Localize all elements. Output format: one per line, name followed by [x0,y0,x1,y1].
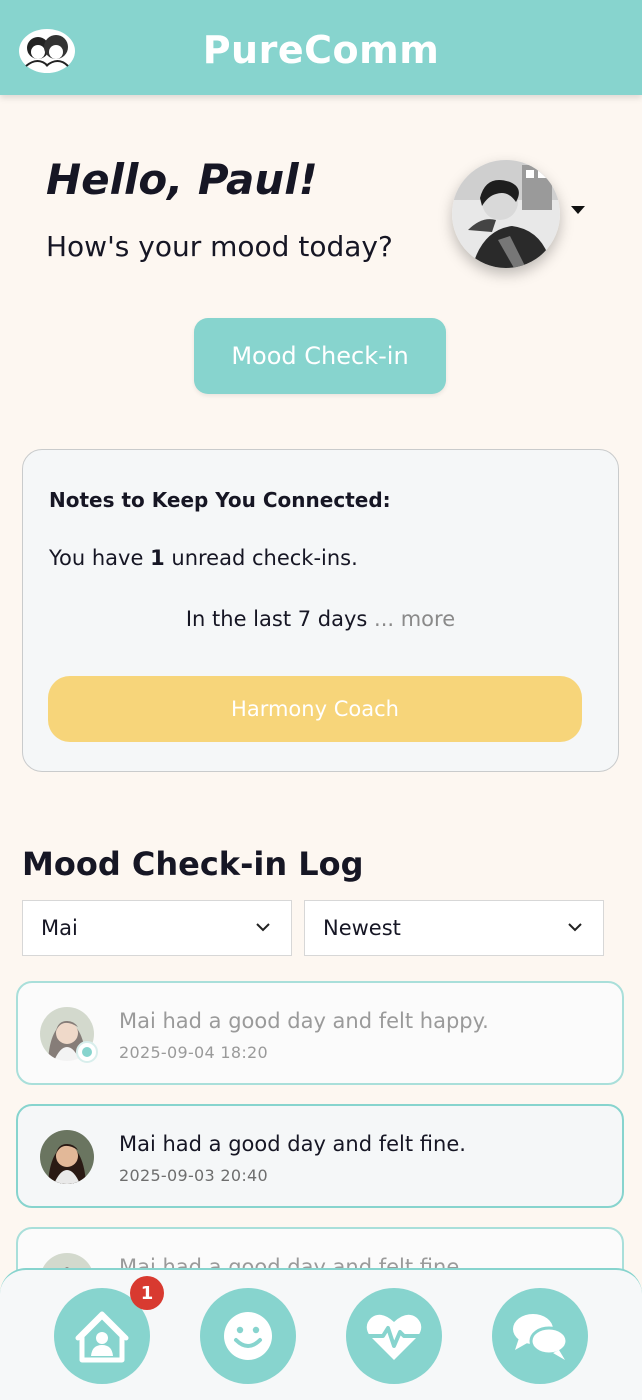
notification-badge: 1 [130,1276,164,1310]
nav-health-button[interactable] [346,1288,442,1384]
range-text: In the last 7 days [185,607,368,631]
nav-chat-button[interactable] [492,1288,588,1384]
chevron-down-icon [256,923,270,932]
bottom-nav [0,1268,642,1400]
unread-count: 1 [150,546,165,570]
greeting-title: Hello, Paul! [46,155,318,204]
unread-prefix: You have [49,546,151,570]
unread-suffix: unread check-ins. [164,546,358,570]
nav-mood-button[interactable] [200,1288,296,1384]
log-entry[interactable]: Mai had a good day and felt happy. 2025-… [16,981,624,1085]
heart-pulse-icon [366,1314,422,1360]
sort-filter-select[interactable]: Newest [304,900,604,956]
harmony-coach-button[interactable]: Harmony Coach [48,676,582,742]
entry-time: 2025-09-03 20:40 [119,1166,268,1185]
chevron-down-icon [568,923,582,932]
avatar [40,1130,94,1184]
log-entry[interactable]: Mai had a good day and felt fine. 2025-0… [16,1104,624,1208]
entry-text: Mai had a good day and felt happy. [119,1009,489,1033]
entry-text: Mai had a good day and felt fine. [119,1132,466,1156]
range-line: In the last 7 days ... more [23,607,618,631]
entry-time: 2025-09-04 18:20 [119,1043,268,1062]
smiley-icon [224,1312,272,1360]
person-filter-value: Mai [41,916,78,940]
mood-question: How's your mood today? [46,230,393,263]
chevron-down-icon[interactable] [571,206,585,214]
log-title: Mood Check-in Log [22,845,364,883]
sort-filter-value: Newest [323,916,401,940]
unread-summary: You have 1 unread check-ins. [49,546,358,570]
read-indicator-icon [76,1041,98,1063]
profile-avatar[interactable] [452,160,560,268]
app-header: PureComm [0,0,642,95]
notes-card: Notes to Keep You Connected: You have 1 … [22,449,619,772]
mood-checkin-button[interactable]: Mood Check-in [194,318,446,394]
home-icon [75,1311,129,1363]
notes-title: Notes to Keep You Connected: [49,488,391,512]
chat-icon [513,1314,569,1360]
person-filter-select[interactable]: Mai [22,900,292,956]
app-title: PureComm [202,28,440,72]
more-link[interactable]: ... more [367,607,455,631]
